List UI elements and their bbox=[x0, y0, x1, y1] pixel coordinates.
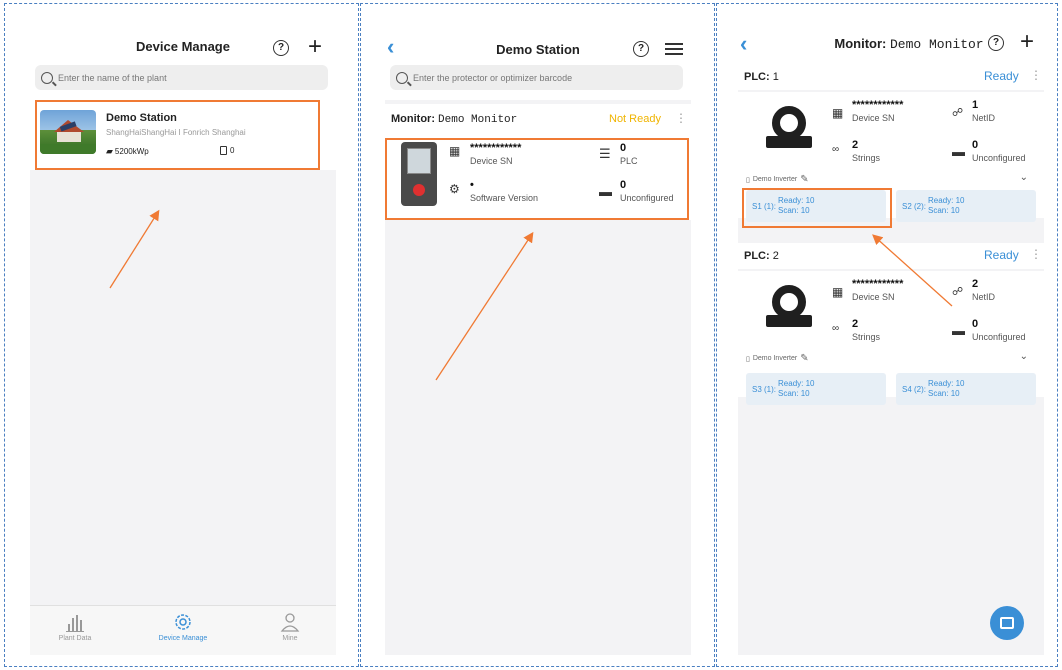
annotation-arrows bbox=[109, 209, 953, 381]
arrow-to-plant-card bbox=[109, 209, 160, 289]
arrow-to-string-s1 bbox=[872, 234, 953, 307]
arrow-to-monitor-card bbox=[435, 231, 534, 381]
